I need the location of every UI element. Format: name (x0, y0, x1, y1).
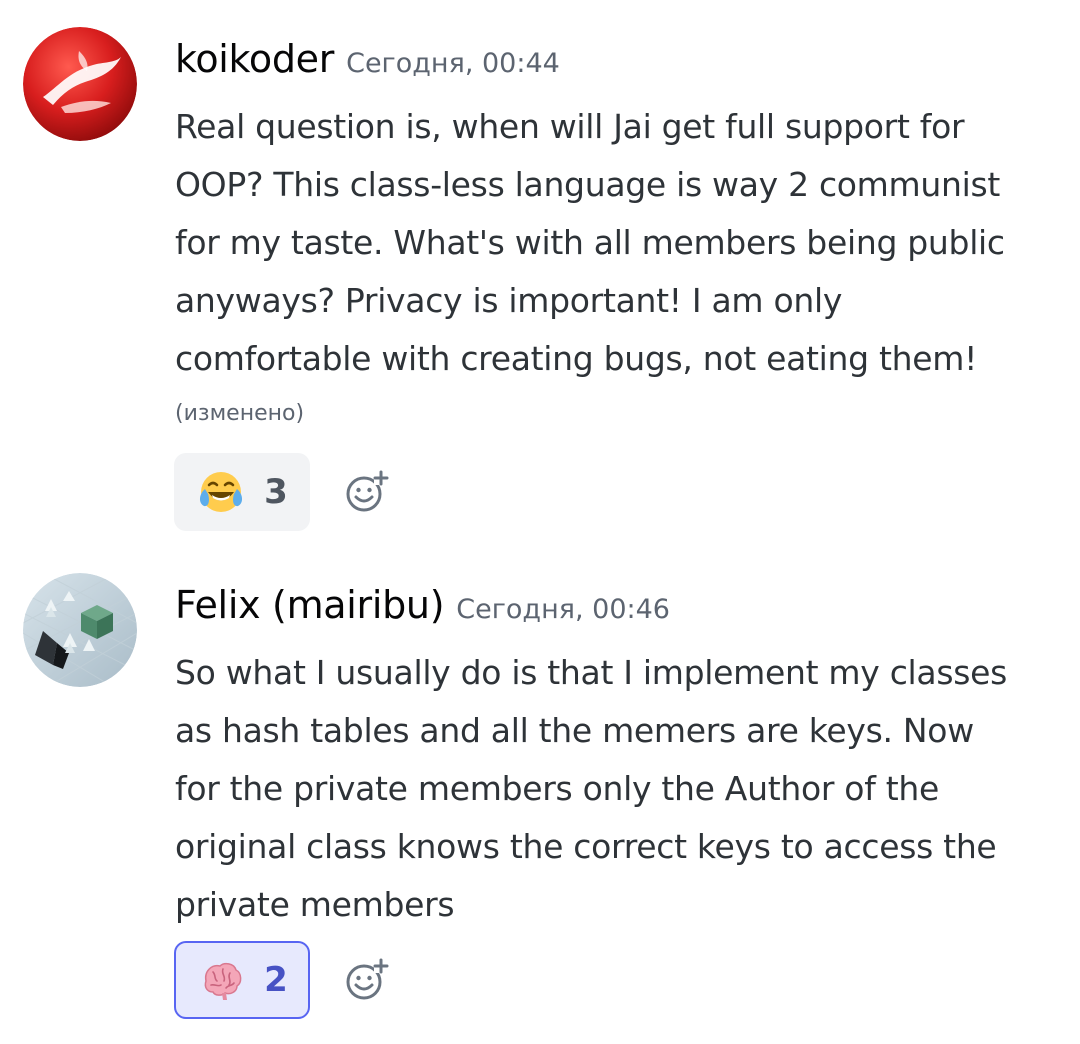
face-with-tears-of-joy-icon (200, 472, 243, 512)
message-line: private members (175, 885, 455, 924)
reaction-button[interactable]: 2 (174, 941, 310, 1019)
timestamp: Сегодня, 00:46 (456, 594, 670, 625)
isometric-scene-avatar-icon (23, 573, 137, 687)
message-line: anyways? Privacy is important! I am only (175, 281, 843, 320)
red-swirl-avatar-icon (23, 27, 137, 141)
reaction-count: 2 (264, 960, 288, 1000)
message-line: as hash tables and all the memers are ke… (175, 711, 974, 750)
message-1: koikoder Сегодня, 00:44 Real question is,… (0, 0, 1080, 540)
add-reaction-icon (346, 958, 389, 1000)
message-header: koikoder Сегодня, 00:44 (175, 37, 560, 87)
message-line: OOP? This class-less language is way 2 c… (175, 165, 1001, 204)
message-content: Real question is, when will Jai get full… (175, 98, 1065, 388)
message-content: So what I usually do is that I implement… (175, 644, 1065, 934)
edited-label: (изменено) (175, 401, 305, 426)
username[interactable]: Felix (mairibu) (175, 583, 445, 627)
avatar[interactable] (23, 573, 137, 687)
message-line: So what I usually do is that I implement… (175, 653, 1008, 692)
add-reaction-button[interactable] (342, 954, 392, 1004)
reaction-count: 3 (264, 472, 288, 512)
message-2: Felix (mairibu) Сегодня, 00:46 So what I … (0, 560, 1080, 1044)
add-reaction-icon (346, 470, 389, 512)
message-line: for the private members only the Author … (175, 769, 939, 808)
message-header: Felix (mairibu) Сегодня, 00:46 (175, 583, 670, 633)
reaction-button[interactable]: 3 (174, 453, 310, 531)
message-line: Real question is, when will Jai get full… (175, 107, 965, 146)
username[interactable]: koikoder (175, 37, 334, 81)
message-line: comfortable with creating bugs, not eati… (175, 339, 978, 378)
message-line: original class knows the correct keys to… (175, 827, 997, 866)
timestamp: Сегодня, 00:44 (346, 48, 560, 79)
message-line: for my taste. What's with all members be… (175, 223, 1005, 262)
add-reaction-button[interactable] (342, 466, 392, 516)
brain-icon (204, 962, 242, 1000)
avatar[interactable] (23, 27, 137, 141)
